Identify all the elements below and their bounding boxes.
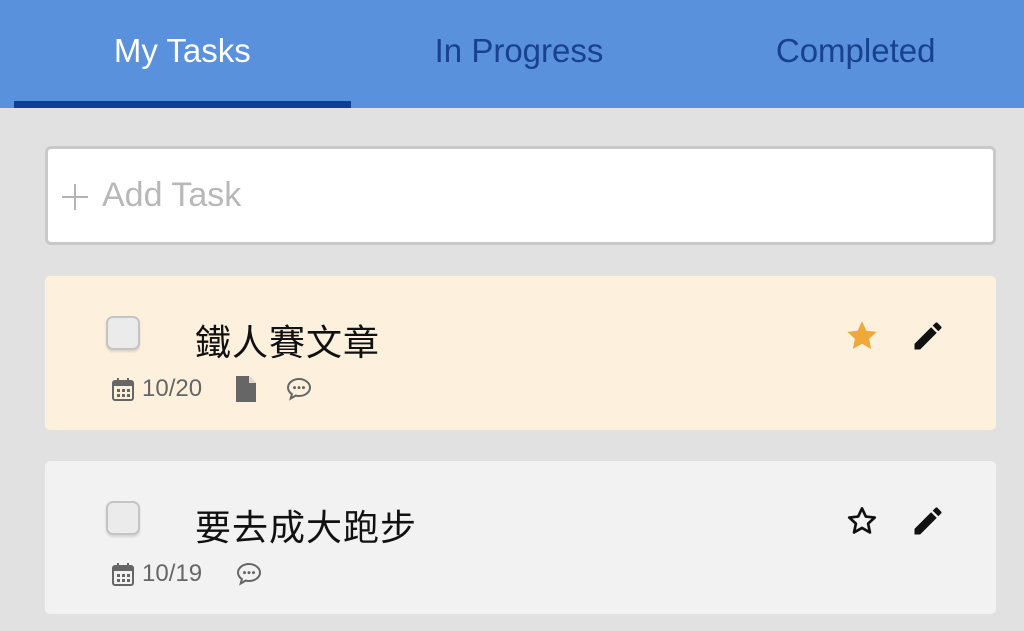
task-meta: 10/19 (112, 559, 262, 589)
task-title: 要去成大跑步 (195, 508, 418, 549)
add-task-input[interactable] (102, 165, 922, 226)
pencil-icon[interactable] (910, 503, 946, 539)
task-card[interactable]: 鐵人賽文章 10/20 (45, 276, 996, 430)
add-task-field[interactable] (45, 146, 996, 245)
calendar-icon (112, 563, 134, 586)
pencil-icon[interactable] (910, 318, 946, 354)
task-checkbox[interactable] (106, 501, 140, 535)
star-filled-icon[interactable] (844, 318, 880, 354)
calendar-icon (112, 378, 134, 401)
header-bar: My Tasks In Progress Completed (0, 0, 1024, 108)
task-checkbox[interactable] (106, 316, 140, 350)
plus-icon (62, 183, 88, 210)
task-title: 鐵人賽文章 (195, 323, 381, 364)
comment-icon (287, 377, 312, 401)
tab-bar: My Tasks In Progress Completed (14, 0, 1024, 108)
comment-icon (237, 562, 262, 586)
star-outline-icon[interactable] (844, 503, 880, 539)
tab-completed[interactable]: Completed (687, 0, 1024, 108)
file-icon (236, 376, 257, 402)
tab-in-progress[interactable]: In Progress (351, 0, 688, 108)
tab-my-tasks[interactable]: My Tasks (14, 0, 351, 108)
task-meta: 10/20 (112, 374, 312, 404)
task-date: 10/20 (142, 375, 203, 402)
task-date: 10/19 (142, 560, 203, 587)
task-card[interactable]: 要去成大跑步 10/19 (45, 461, 996, 614)
